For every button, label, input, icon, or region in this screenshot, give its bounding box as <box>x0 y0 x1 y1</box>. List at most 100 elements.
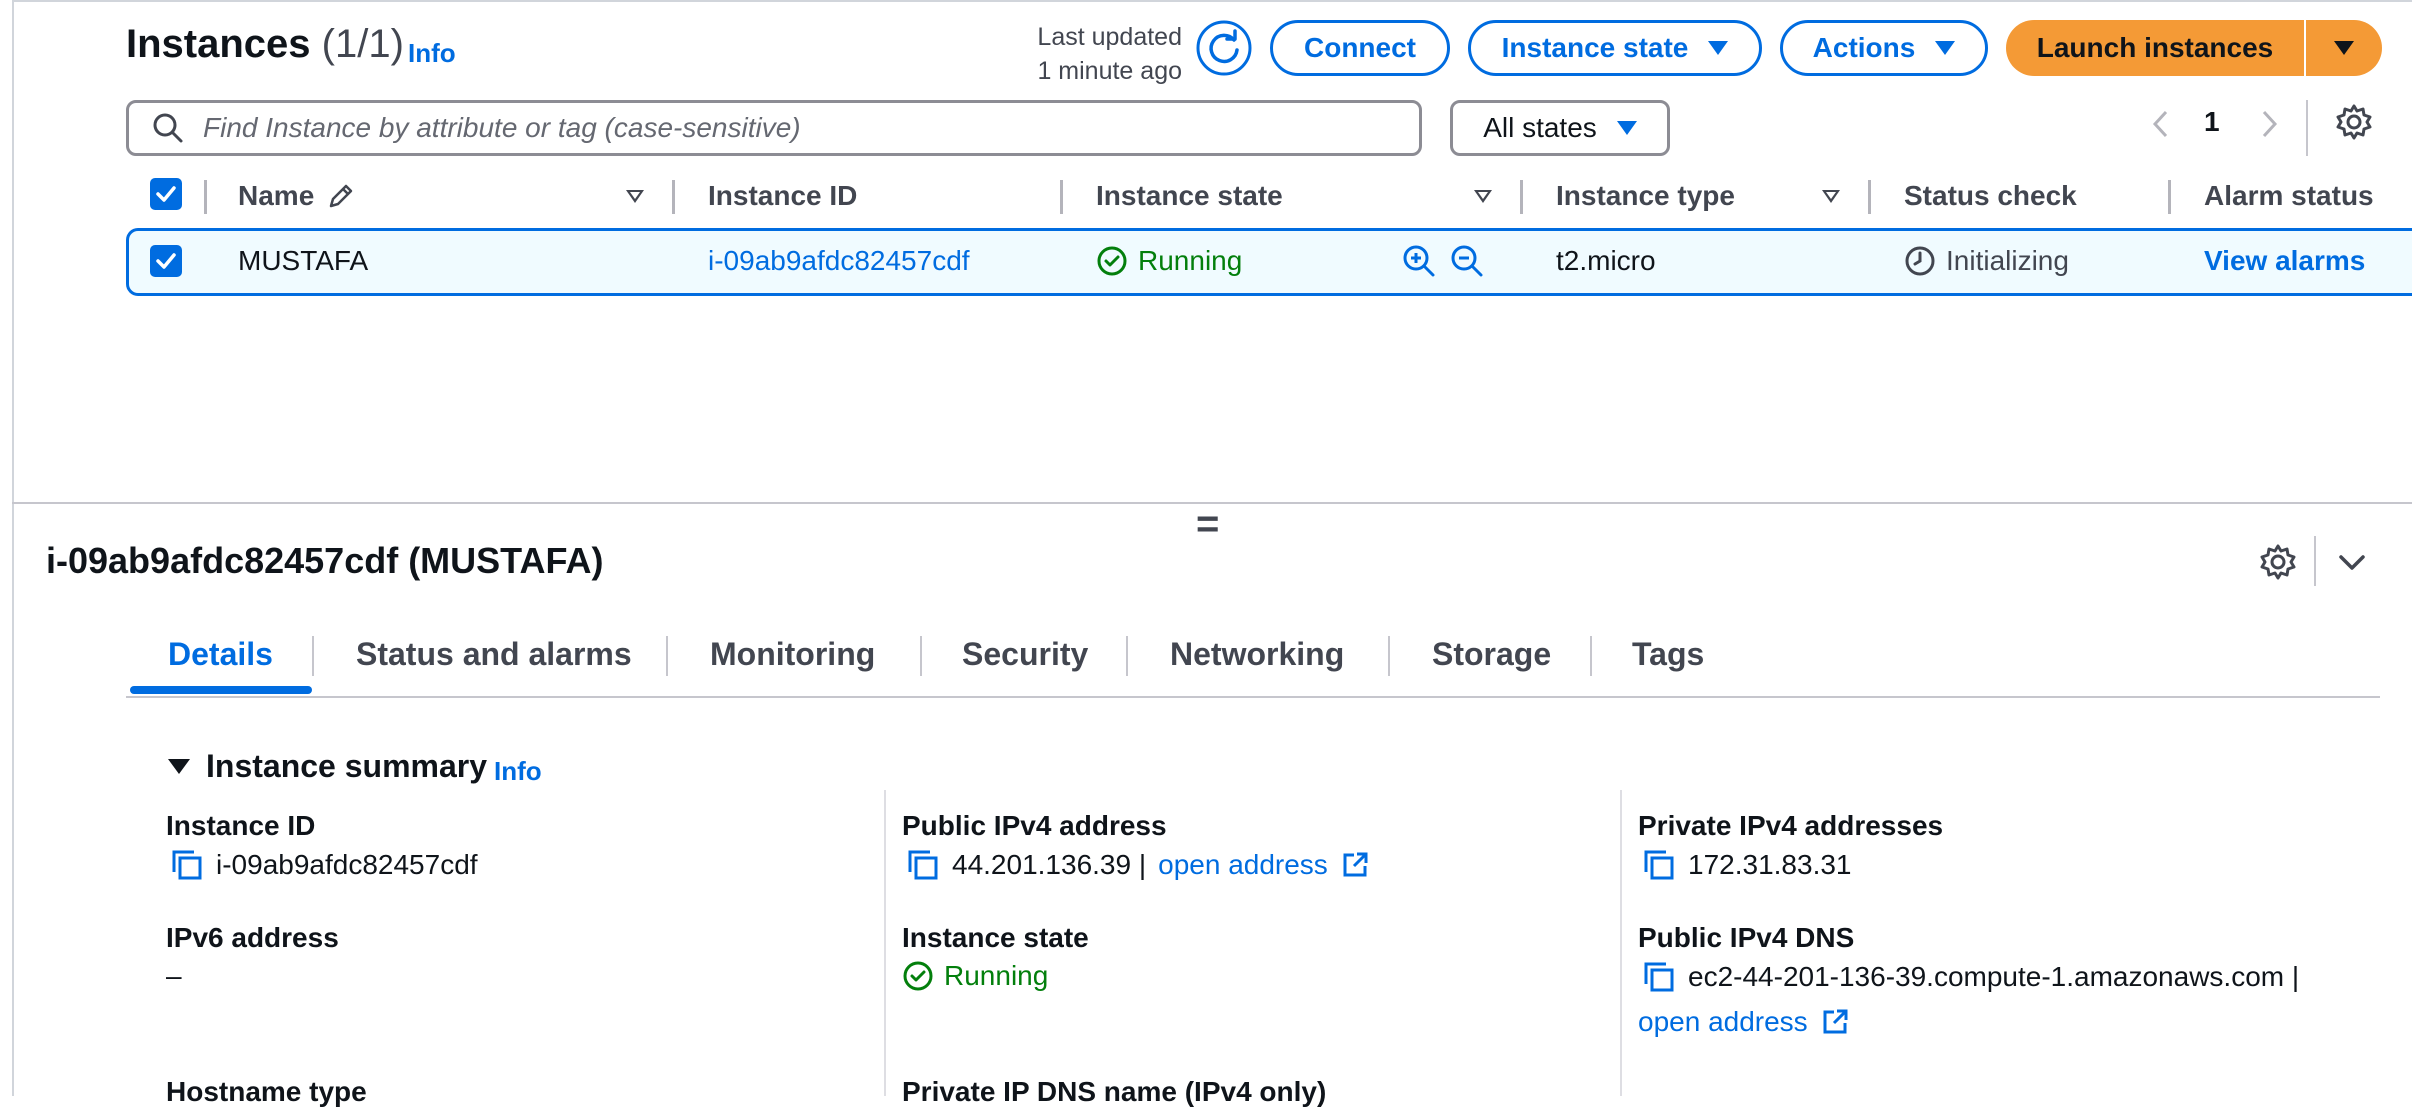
top-border <box>12 0 2412 2</box>
select-all-checkbox[interactable] <box>150 178 182 210</box>
clock-icon <box>1905 246 1935 276</box>
instance-state-button[interactable]: Instance state <box>1468 20 1762 76</box>
column-divider[interactable] <box>1520 180 1523 214</box>
private-dns-label: Private IP DNS name (IPv4 only) <box>902 1076 1327 1107</box>
column-header-instance-state[interactable]: Instance state <box>1096 180 1283 212</box>
column-header-instance-type[interactable]: Instance type <box>1556 180 1735 212</box>
copy-icon[interactable] <box>1642 960 1676 994</box>
check-circle-icon <box>1097 246 1127 276</box>
caret-down-icon <box>1935 41 1956 55</box>
caret-down-icon <box>1616 121 1637 135</box>
left-border <box>12 0 14 1096</box>
column-header-alarm-status[interactable]: Alarm status <box>2204 180 2374 212</box>
settings-icon <box>2336 104 2372 140</box>
resize-handle[interactable]: = <box>1196 502 1219 547</box>
tab-details[interactable]: Details <box>168 636 273 673</box>
row-name: MUSTAFA <box>238 245 369 276</box>
tab-monitoring[interactable]: Monitoring <box>710 636 875 673</box>
row-state: Running <box>1096 245 1242 277</box>
tab-storage[interactable]: Storage <box>1432 636 1551 673</box>
checkmark-icon <box>156 253 176 269</box>
tab-divider <box>920 636 922 676</box>
instance-state-value: Running <box>902 960 1048 992</box>
search-placeholder: Find Instance by attribute or tag (case-… <box>203 112 801 143</box>
refresh-button[interactable] <box>1196 20 1252 76</box>
table-row[interactable] <box>126 228 2412 296</box>
private-ipv4-value: 172.31.83.31 <box>1642 848 1852 882</box>
pagination-current-page[interactable]: 1 <box>2204 106 2220 138</box>
zoom-out-button[interactable] <box>1450 244 1484 278</box>
launch-instances-button[interactable]: Launch instances <box>2006 20 2304 76</box>
column-header-name[interactable]: Name <box>238 180 356 212</box>
public-ipv4-value: 44.201.136.39 | open address <box>906 848 1370 882</box>
copy-icon[interactable] <box>906 848 940 882</box>
instance-id-value: i-09ab9afdc82457cdf <box>170 848 478 882</box>
public-dns-open-address: open address <box>1638 1006 1850 1038</box>
column-divider[interactable] <box>1060 180 1063 214</box>
instance-count: (1/1) <box>321 22 404 66</box>
state-filter-select[interactable]: All states <box>1450 100 1670 156</box>
column-divider[interactable] <box>672 180 675 214</box>
pagination-next[interactable] <box>2254 104 2284 144</box>
open-address-link[interactable]: open address <box>1158 849 1328 881</box>
pagination-divider <box>2306 100 2308 156</box>
zoom-in-button[interactable] <box>1402 244 1436 278</box>
zoom-out-icon <box>1451 245 1483 277</box>
collapse-panel-button[interactable] <box>2334 544 2370 580</box>
tab-security[interactable]: Security <box>962 636 1088 673</box>
row-instance-id-link[interactable]: i-09ab9afdc82457cdf <box>708 245 970 277</box>
search-input[interactable]: Find Instance by attribute or tag (case-… <box>126 100 1422 156</box>
last-updated: Last updated 1 minute ago <box>1037 23 1182 85</box>
external-link-icon[interactable] <box>1340 850 1370 880</box>
caret-down-icon <box>2334 41 2354 55</box>
tab-divider <box>1126 636 1128 676</box>
details-divider <box>2314 536 2316 586</box>
connect-button[interactable]: Connect <box>1270 20 1450 76</box>
column-divider[interactable] <box>2168 180 2171 214</box>
public-dns-value: ec2-44-201-136-39.compute-1.amazonaws.co… <box>1642 960 2299 994</box>
row-status-check: Initializing <box>1904 245 2069 277</box>
tab-divider <box>666 636 668 676</box>
external-link-icon[interactable] <box>1820 1007 1850 1037</box>
view-alarms-link[interactable]: View alarms <box>2204 245 2365 277</box>
info-link[interactable]: Info <box>408 38 456 69</box>
summary-info-link[interactable]: Info <box>494 756 542 787</box>
refresh-icon <box>1196 20 1252 76</box>
column-divider <box>204 180 207 214</box>
instance-state-label: Instance state <box>902 922 1089 953</box>
launch-dropdown-button[interactable] <box>2306 20 2382 76</box>
copy-icon[interactable] <box>1642 848 1676 882</box>
instance-summary-toggle[interactable]: Instance summary <box>168 748 487 785</box>
ipv6-value: – <box>166 960 182 991</box>
settings-icon <box>2260 544 2296 580</box>
details-settings-button[interactable] <box>2258 542 2298 582</box>
edit-icon <box>330 184 353 208</box>
sort-icon[interactable] <box>1822 190 1840 203</box>
check-circle-icon <box>903 961 933 991</box>
active-tab-indicator <box>130 686 312 694</box>
pagination-prev[interactable] <box>2146 104 2176 144</box>
chevron-down-icon <box>2339 555 2365 570</box>
column-divider[interactable] <box>1868 180 1871 214</box>
caret-down-icon <box>1708 41 1729 55</box>
chevron-right-icon <box>2262 110 2278 138</box>
instance-id-label: Instance ID <box>166 810 316 841</box>
tab-divider <box>1590 636 1592 676</box>
page-title: Instances (1/1) <box>126 22 404 66</box>
tab-status-and-alarms[interactable]: Status and alarms <box>356 636 632 673</box>
sort-icon[interactable] <box>1474 190 1492 203</box>
public-dns-label: Public IPv4 DNS <box>1638 922 1855 953</box>
column-separator <box>884 790 886 1096</box>
actions-button[interactable]: Actions <box>1780 20 1988 76</box>
row-checkbox[interactable] <box>150 245 182 277</box>
copy-icon[interactable] <box>170 848 204 882</box>
tabs-baseline <box>126 696 2380 698</box>
sort-icon[interactable] <box>626 190 644 203</box>
tab-tags[interactable]: Tags <box>1632 636 1704 673</box>
tab-networking[interactable]: Networking <box>1170 636 1344 673</box>
column-header-status-check[interactable]: Status check <box>1904 180 2077 212</box>
column-header-instance-id[interactable]: Instance ID <box>708 180 857 212</box>
private-ipv4-label: Private IPv4 addresses <box>1638 810 1944 841</box>
open-address-link[interactable]: open address <box>1638 1006 1808 1038</box>
table-settings-button[interactable] <box>2334 102 2374 142</box>
